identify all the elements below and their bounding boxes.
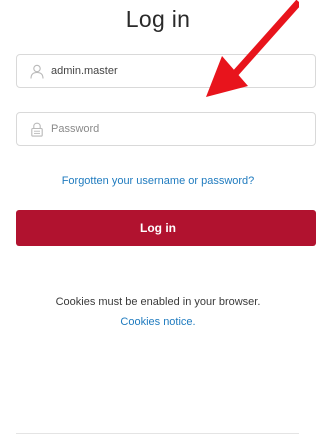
page-title: Log in — [125, 6, 191, 32]
cookies-notice-link[interactable]: Cookies notice. — [120, 316, 195, 328]
username-field[interactable] — [16, 54, 316, 88]
login-page: Log in Forgotten your username or passwo… — [0, 0, 316, 436]
password-field[interactable] — [16, 112, 316, 146]
password-input[interactable] — [51, 113, 301, 145]
login-button[interactable]: Log in — [16, 210, 316, 246]
forgot-credentials-link[interactable]: Forgotten your username or password? — [0, 175, 316, 187]
footer-divider — [16, 433, 299, 434]
username-input[interactable] — [51, 55, 301, 87]
cookies-message-block: Cookies must be enabled in your browser.… — [0, 292, 316, 332]
cookies-message: Cookies must be enabled in your browser. — [55, 296, 261, 308]
user-icon — [30, 64, 44, 79]
login-button-label: Log in — [140, 221, 176, 235]
lock-icon — [31, 122, 43, 137]
